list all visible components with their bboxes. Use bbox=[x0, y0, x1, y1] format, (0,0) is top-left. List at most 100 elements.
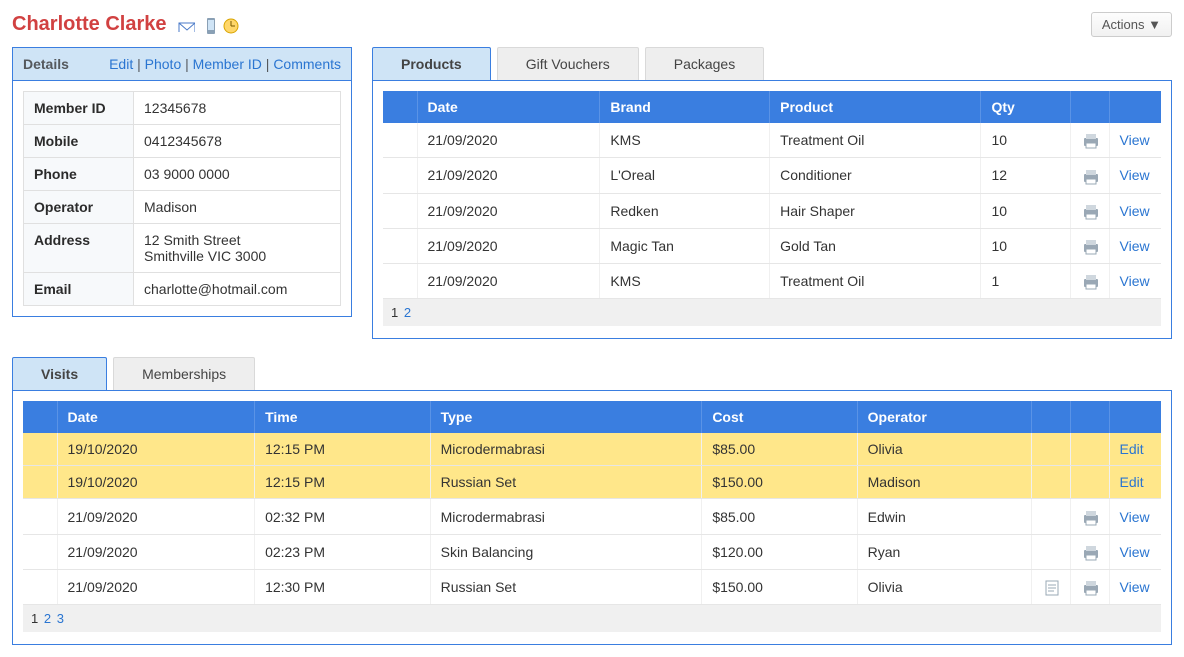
note-icon[interactable] bbox=[1042, 578, 1060, 594]
cell-operator: Edwin bbox=[857, 499, 1031, 534]
cell-time: 12:15 PM bbox=[255, 466, 431, 499]
col-brand: Brand bbox=[600, 91, 770, 123]
details-memberid-link[interactable]: Member ID bbox=[193, 56, 262, 72]
cell-date: 21/09/2020 bbox=[57, 534, 255, 569]
cell-date: 21/09/2020 bbox=[417, 264, 600, 299]
pager-page-2[interactable]: 2 bbox=[404, 305, 411, 320]
phone-label: Phone bbox=[24, 158, 134, 191]
cell-product: Treatment Oil bbox=[770, 264, 981, 299]
printer-icon[interactable] bbox=[1081, 578, 1099, 594]
table-row: 21/09/2020KMSTreatment Oil10 View bbox=[383, 123, 1161, 158]
cell-time: 02:32 PM bbox=[255, 499, 431, 534]
address-value: 12 Smith Street Smithville VIC 3000 bbox=[134, 224, 341, 273]
printer-icon[interactable] bbox=[1081, 272, 1099, 288]
row-action-link[interactable]: Edit bbox=[1120, 474, 1144, 490]
table-row: 21/09/2020Magic TanGold Tan10View bbox=[383, 228, 1161, 263]
col-date: Date bbox=[417, 91, 600, 123]
printer-icon[interactable] bbox=[1081, 166, 1099, 182]
details-photo-link[interactable]: Photo bbox=[145, 56, 182, 72]
cell-date: 21/09/2020 bbox=[57, 499, 255, 534]
cell-brand: KMS bbox=[600, 264, 770, 299]
printer-icon[interactable] bbox=[1081, 202, 1099, 218]
details-comments-link[interactable]: Comments bbox=[273, 56, 341, 72]
printer-icon[interactable] bbox=[1081, 237, 1099, 253]
email-value: charlotte@hotmail.com bbox=[134, 273, 341, 306]
view-link[interactable]: View bbox=[1120, 238, 1150, 254]
cell-date: 19/10/2020 bbox=[57, 466, 255, 499]
pager-page-2[interactable]: 2 bbox=[44, 611, 51, 626]
details-edit-link[interactable]: Edit bbox=[109, 56, 133, 72]
actions-button[interactable]: Actions ▼ bbox=[1091, 12, 1172, 37]
cell-date: 19/10/2020 bbox=[57, 433, 255, 466]
col-product: Product bbox=[770, 91, 981, 123]
visits-pager: 1 2 3 bbox=[23, 605, 1161, 632]
cell-cost: $120.00 bbox=[702, 534, 857, 569]
tab-gift-vouchers[interactable]: Gift Vouchers bbox=[497, 47, 639, 80]
cell-product: Treatment Oil bbox=[770, 123, 981, 158]
printer-icon[interactable] bbox=[1081, 507, 1099, 523]
col-qty: Qty bbox=[981, 91, 1070, 123]
col-visit-time: Time bbox=[255, 401, 431, 433]
row-action-link[interactable]: View bbox=[1120, 509, 1150, 525]
table-row: 19/10/202012:15 PMMicrodermabrasi$85.00O… bbox=[23, 433, 1161, 466]
cell-time: 12:30 PM bbox=[255, 570, 431, 605]
tab-packages[interactable]: Packages bbox=[645, 47, 764, 80]
cell-qty: 10 bbox=[981, 123, 1070, 158]
cell-time: 02:23 PM bbox=[255, 534, 431, 569]
phone-icon[interactable] bbox=[201, 16, 215, 34]
tab-visits[interactable]: Visits bbox=[12, 357, 107, 390]
cell-type: Microdermabrasi bbox=[430, 499, 702, 534]
cell-qty: 10 bbox=[981, 193, 1070, 228]
printer-icon[interactable] bbox=[1081, 131, 1099, 147]
cell-date: 21/09/2020 bbox=[417, 123, 600, 158]
cell-cost: $150.00 bbox=[702, 570, 857, 605]
table-row: 21/09/2020KMSTreatment Oil1 View bbox=[383, 264, 1161, 299]
cell-brand: Magic Tan bbox=[600, 228, 770, 263]
printer-icon[interactable] bbox=[1081, 543, 1099, 559]
tab-memberships[interactable]: Memberships bbox=[113, 357, 255, 390]
cell-type: Russian Set bbox=[430, 466, 702, 499]
cell-product: Conditioner bbox=[770, 158, 981, 193]
tab-products[interactable]: Products bbox=[372, 47, 491, 80]
col-visit-date: Date bbox=[57, 401, 255, 433]
col-visit-cost: Cost bbox=[702, 401, 857, 433]
address-line1: 12 Smith Street bbox=[144, 232, 241, 248]
cell-qty: 1 bbox=[981, 264, 1070, 299]
pager-page-3[interactable]: 3 bbox=[57, 611, 64, 626]
view-link[interactable]: View bbox=[1120, 132, 1150, 148]
cell-operator: Olivia bbox=[857, 433, 1031, 466]
details-panel: Details Edit | Photo | Member ID | Comme… bbox=[12, 47, 352, 317]
phone-value: 03 9000 0000 bbox=[134, 158, 341, 191]
cell-date: 21/09/2020 bbox=[417, 158, 600, 193]
mobile-label: Mobile bbox=[24, 125, 134, 158]
view-link[interactable]: View bbox=[1120, 273, 1150, 289]
cell-type: Skin Balancing bbox=[430, 534, 702, 569]
view-link[interactable]: View bbox=[1120, 167, 1150, 183]
cell-operator: Ryan bbox=[857, 534, 1031, 569]
cell-cost: $85.00 bbox=[702, 499, 857, 534]
table-row: 19/10/202012:15 PMRussian Set$150.00Madi… bbox=[23, 466, 1161, 499]
row-action-link[interactable]: Edit bbox=[1120, 441, 1144, 457]
table-row: 21/09/2020RedkenHair Shaper10View bbox=[383, 193, 1161, 228]
cell-operator: Madison bbox=[857, 466, 1031, 499]
email-icon[interactable] bbox=[177, 17, 195, 32]
cell-brand: Redken bbox=[600, 193, 770, 228]
table-row: 21/09/2020L'OrealConditioner12View bbox=[383, 158, 1161, 193]
cell-date: 21/09/2020 bbox=[57, 570, 255, 605]
row-action-link[interactable]: View bbox=[1120, 544, 1150, 560]
email-label: Email bbox=[24, 273, 134, 306]
row-action-link[interactable]: View bbox=[1120, 579, 1150, 595]
cell-brand: KMS bbox=[600, 123, 770, 158]
clock-icon[interactable] bbox=[221, 16, 239, 34]
products-pager: 1 2 bbox=[383, 299, 1161, 326]
operator-value: Madison bbox=[134, 191, 341, 224]
col-visit-operator: Operator bbox=[857, 401, 1031, 433]
pager-current: 1 bbox=[31, 611, 38, 626]
cell-cost: $85.00 bbox=[702, 433, 857, 466]
cell-time: 12:15 PM bbox=[255, 433, 431, 466]
cell-type: Microdermabrasi bbox=[430, 433, 702, 466]
table-row: 21/09/202002:32 PMMicrodermabrasi$85.00E… bbox=[23, 499, 1161, 534]
customer-name: Charlotte Clarke bbox=[12, 13, 167, 36]
cell-brand: L'Oreal bbox=[600, 158, 770, 193]
view-link[interactable]: View bbox=[1120, 203, 1150, 219]
